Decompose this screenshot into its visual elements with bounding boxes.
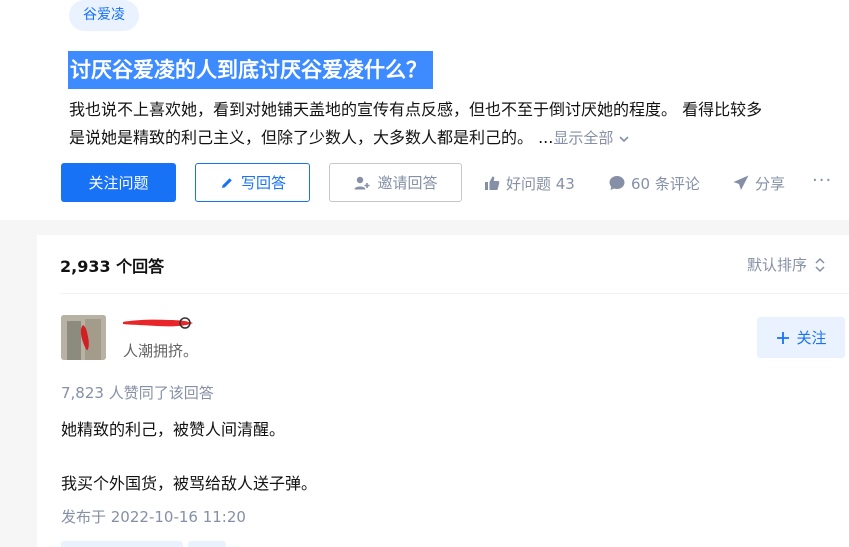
comment-icon: [609, 176, 625, 190]
upvote-button[interactable]: [61, 541, 183, 547]
question-header: 谷爱凌 讨厌谷爱凌的人到底讨厌谷爱凌什么？ 我也说不上喜欢她，看到对她铺天盖地的…: [0, 0, 849, 220]
write-answer-button[interactable]: 写回答: [195, 163, 310, 202]
author-bio: 人潮拥挤。: [123, 342, 199, 360]
share-label: 分享: [755, 174, 786, 193]
publish-time[interactable]: 发布于 2022-10-16 11:20: [61, 506, 246, 527]
divider: [60, 293, 849, 294]
answers-list: 2,933 个回答 默认排序 人潮拥挤。 关注 7,823 人赞同了该回答 她精…: [37, 235, 849, 547]
comments-label: 60 条评论: [631, 174, 700, 193]
avatar[interactable]: [61, 315, 106, 360]
topic-tag[interactable]: 谷爱凌: [69, 0, 139, 31]
good-question-label: 好问题 43: [506, 174, 575, 193]
question-title[interactable]: 讨厌谷爱凌的人到底讨厌谷爱凌什么？: [68, 51, 433, 89]
pencil-icon: [221, 177, 232, 188]
redacted-author-name[interactable]: [121, 315, 195, 331]
answer-paragraph: 我买个外国货，被骂给敌人送子弹。: [61, 474, 318, 493]
answer-count: 2,933 个回答: [60, 257, 165, 276]
follow-question-button[interactable]: 关注问题: [61, 163, 176, 202]
sort-label: 默认排序: [747, 256, 808, 274]
invite-answer-button[interactable]: 邀请回答: [329, 163, 462, 202]
show-all-label: 显示全部: [553, 129, 614, 147]
show-all-link[interactable]: 显示全部: [553, 129, 631, 147]
comments-button[interactable]: 60 条评论: [608, 172, 700, 194]
excerpt-line-2-text: 是说她是精致的利己主义，但除了少数人，大多数人都是利己的。 ...: [69, 128, 554, 147]
write-answer-label: 写回答: [240, 174, 286, 192]
excerpt-line-1: 我也说不上喜欢她，看到对她铺天盖地的宣传有点反感，但也不至于倒讨厌她的程度。 看…: [69, 100, 763, 119]
follow-author-label: 关注: [796, 329, 827, 347]
sort-toggle-icon: [815, 257, 825, 272]
good-question-button[interactable]: 好问题 43: [483, 172, 575, 194]
downvote-button[interactable]: [188, 541, 226, 547]
question-excerpt: 我也说不上喜欢她，看到对她铺天盖地的宣传有点反感，但也不至于倒讨厌她的程度。 看…: [69, 96, 849, 152]
vote-summary: 7,823 人赞同了该回答: [61, 384, 214, 402]
paper-plane-icon: [733, 175, 749, 190]
add-user-icon: [354, 176, 370, 189]
share-button[interactable]: 分享: [732, 172, 785, 194]
avatar-image: [61, 315, 106, 360]
follow-author-button[interactable]: 关注: [757, 317, 845, 358]
thumbs-up-icon: [485, 176, 500, 190]
plus-icon: [777, 331, 790, 344]
answer-paragraph: 她精致的利己，被赞人间清醒。: [61, 420, 286, 439]
invite-answer-label: 邀请回答: [377, 174, 438, 192]
more-actions-button[interactable]: ···: [812, 170, 832, 191]
chevron-down-icon: [619, 135, 629, 142]
sort-selector[interactable]: 默认排序: [747, 254, 827, 275]
excerpt-line-2: 是说她是精致的利己主义，但除了少数人，大多数人都是利己的。 ...显示全部: [69, 124, 849, 152]
